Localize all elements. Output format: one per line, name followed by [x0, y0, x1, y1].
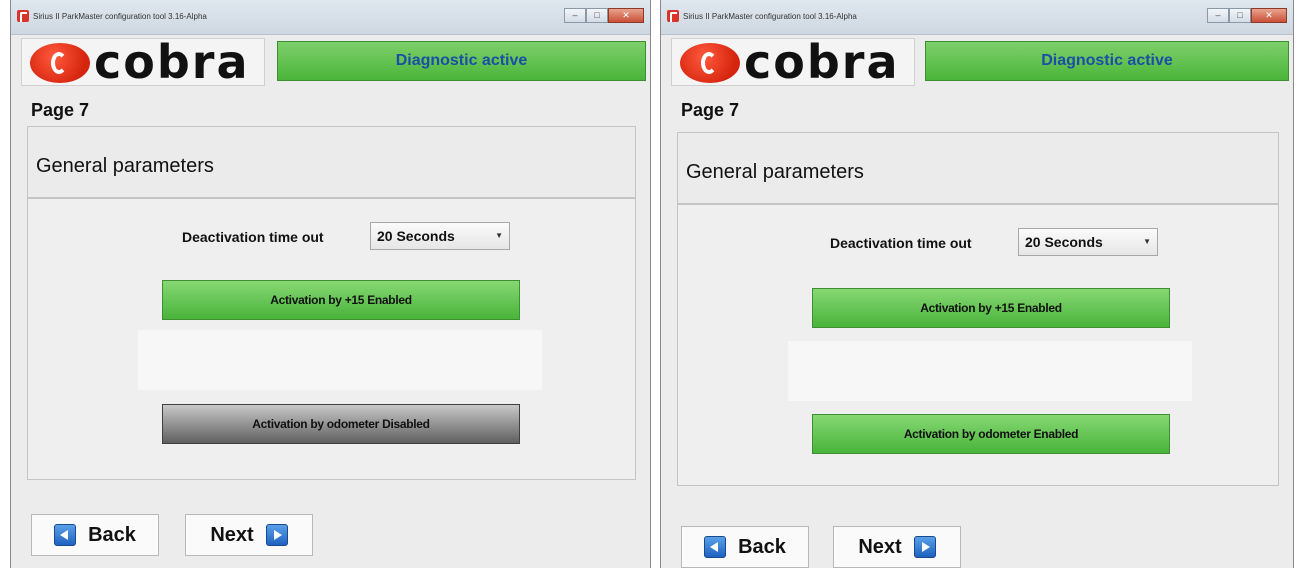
next-label: Next: [210, 523, 254, 546]
activation-odometer-toggle[interactable]: Activation by odometer Enabled: [812, 414, 1170, 454]
title-bar: Sirius II ParkMaster configuration tool …: [11, 0, 650, 35]
minimize-icon[interactable]: –: [564, 8, 586, 23]
deactivation-timeout-select[interactable]: 20 Seconds ▼: [1018, 228, 1158, 256]
parameters-panel: Deactivation time out 20 Seconds ▼ Activ…: [27, 198, 636, 480]
section-title: General parameters: [686, 161, 864, 183]
arrow-left-icon: [54, 524, 77, 546]
diagnostic-status-button[interactable]: Diagnostic active: [925, 41, 1289, 81]
cobra-logo-text: cobra: [744, 35, 900, 89]
window-controls: – □ ✕: [1207, 8, 1287, 23]
back-button[interactable]: Back: [31, 514, 159, 556]
window-title: Sirius II ParkMaster configuration tool …: [683, 12, 857, 21]
section-header-panel: General parameters: [677, 132, 1279, 204]
activation-15-toggle[interactable]: Activation by +15 Enabled: [812, 288, 1170, 328]
parameters-panel: Deactivation time out 20 Seconds ▼ Activ…: [677, 204, 1279, 486]
section-header-panel: General parameters: [27, 126, 636, 198]
section-title: General parameters: [36, 155, 214, 177]
window-controls: – □ ✕: [564, 8, 644, 23]
header: cobra Diagnostic active: [21, 35, 646, 89]
cobra-logo: cobra: [671, 35, 915, 89]
app-window-left: Sirius II ParkMaster configuration tool …: [10, 0, 651, 568]
dropdown-arrow-icon: ▼: [495, 231, 503, 240]
activation-odometer-toggle[interactable]: Activation by odometer Disabled: [162, 404, 520, 444]
activation-15-toggle[interactable]: Activation by +15 Enabled: [162, 280, 520, 320]
window-title: Sirius II ParkMaster configuration tool …: [33, 12, 207, 21]
back-label: Back: [738, 535, 786, 558]
close-icon[interactable]: ✕: [1251, 8, 1287, 23]
app-icon: [17, 10, 29, 22]
cobra-logo-text: cobra: [94, 35, 250, 89]
cobra-logo-mark-icon: [680, 43, 740, 83]
page-label: Page 7: [681, 100, 740, 120]
close-icon[interactable]: ✕: [608, 8, 644, 23]
maximize-icon[interactable]: □: [586, 8, 608, 23]
maximize-icon[interactable]: □: [1229, 8, 1251, 23]
dropdown-arrow-icon: ▼: [1143, 237, 1151, 246]
deactivation-timeout-value: 20 Seconds: [377, 228, 455, 244]
next-label: Next: [858, 535, 902, 558]
title-bar: Sirius II ParkMaster configuration tool …: [661, 0, 1293, 35]
cobra-logo-mark-icon: [30, 43, 90, 83]
deactivation-timeout-select[interactable]: 20 Seconds ▼: [370, 222, 510, 250]
arrow-right-icon: [913, 536, 936, 558]
deactivation-timeout-label: Deactivation time out: [182, 229, 324, 245]
back-button[interactable]: Back: [681, 526, 809, 568]
header: cobra Diagnostic active: [671, 35, 1289, 89]
diagnostic-status-button[interactable]: Diagnostic active: [277, 41, 646, 81]
cobra-logo: cobra: [21, 35, 265, 89]
arrow-left-icon: [704, 536, 727, 558]
deactivation-timeout-label: Deactivation time out: [830, 235, 972, 251]
app-window-right: Sirius II ParkMaster configuration tool …: [660, 0, 1294, 568]
app-icon: [667, 10, 679, 22]
back-label: Back: [88, 523, 136, 546]
next-button[interactable]: Next: [185, 514, 313, 556]
minimize-icon[interactable]: –: [1207, 8, 1229, 23]
arrow-right-icon: [265, 524, 288, 546]
page-label: Page 7: [31, 100, 90, 120]
empty-area: [788, 341, 1192, 401]
empty-area: [138, 330, 542, 390]
next-button[interactable]: Next: [833, 526, 961, 568]
deactivation-timeout-value: 20 Seconds: [1025, 234, 1103, 250]
